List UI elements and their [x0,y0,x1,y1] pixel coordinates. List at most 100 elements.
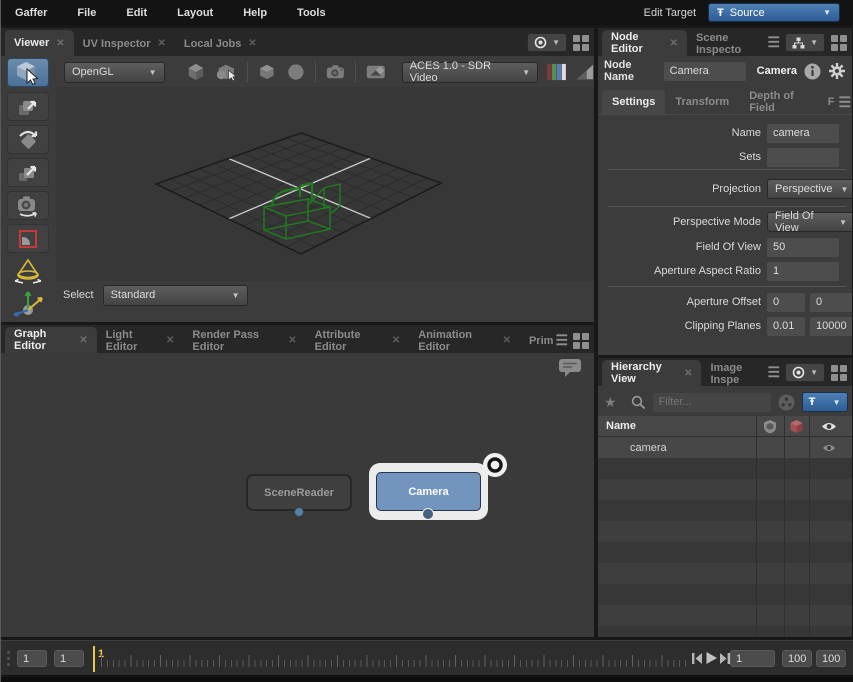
selection-mode-icon[interactable] [215,61,238,83]
column-name[interactable]: Name [598,420,756,432]
star-icon[interactable]: ★ [604,394,617,411]
display-transform-dropdown[interactable]: ACES 1.0 - SDR Video ▼ [402,62,539,83]
close-icon[interactable]: ✕ [79,335,87,346]
aperture-offset-x-input[interactable] [767,293,805,312]
node-name-input[interactable] [664,62,746,81]
close-icon[interactable]: ✕ [56,38,64,49]
menu-file[interactable]: File [77,7,96,19]
tab-hierarchy-view[interactable]: Hierarchy View ✕ [602,360,701,386]
tab-animation-editor[interactable]: Animation Editor ✕ [409,328,520,353]
tab-local-jobs[interactable]: Local Jobs ✕ [175,31,266,56]
light-tool-button[interactable] [7,256,49,285]
tab-render-pass-editor[interactable]: Render Pass Editor ✕ [183,328,305,353]
layout-grid-icon[interactable] [831,35,847,51]
timeline-increment-input[interactable] [54,650,84,667]
close-icon[interactable]: ✕ [248,38,256,49]
menu-icon[interactable]: ☰ [768,34,780,51]
edit-target-dropdown[interactable]: Ŧ Source ▼ [708,3,840,22]
solid-cube-icon[interactable] [257,61,277,83]
layout-grid-icon[interactable] [831,365,847,381]
play-button[interactable] [705,651,718,665]
close-icon[interactable]: ✕ [684,368,692,379]
aperture-offset-y-input[interactable] [810,293,852,312]
menu-tools[interactable]: Tools [297,7,326,19]
viewport-3d[interactable] [56,87,594,281]
close-icon[interactable]: ✕ [158,38,166,49]
close-icon[interactable]: ✕ [166,335,174,346]
tab-light-editor[interactable]: Light Editor ✕ [97,328,184,353]
filter-input[interactable] [653,393,771,412]
menu-icon[interactable]: ☰ [836,94,852,114]
menu-gaffer[interactable]: Gaffer [15,7,47,19]
rotate-tool-button[interactable] [7,125,49,154]
annotation-bubble-icon[interactable] [557,357,583,379]
name-input[interactable] [767,124,839,143]
gear-icon[interactable] [828,62,846,80]
info-icon[interactable] [804,63,821,80]
node-output-port[interactable] [422,508,434,520]
close-icon[interactable]: ✕ [670,38,678,49]
node-scenereader[interactable]: SceneReader [246,474,352,511]
timeline-handle[interactable] [7,651,10,667]
channels-rgb-icon[interactable] [547,62,567,82]
sets-input[interactable] [767,148,839,167]
tab-graph-editor[interactable]: Graph Editor ✕ [5,327,97,353]
menu-icon[interactable]: ☰ [555,332,567,349]
column-set-membership[interactable] [756,419,784,434]
translate-tool-button[interactable] [7,92,49,121]
edit-scope-dropdown[interactable]: Ŧ ▼ [802,392,848,412]
image-layers-icon[interactable] [365,62,387,82]
tab-depth-of-field[interactable]: Depth of Field [739,90,826,114]
layout-grid-icon[interactable] [573,35,589,51]
focus-dot-icon[interactable] [481,451,509,479]
tab-transform[interactable]: Transform [665,90,739,114]
timeline-start-input[interactable] [17,650,47,667]
close-icon[interactable]: ✕ [392,335,400,346]
clipping-far-input[interactable] [810,317,852,336]
current-frame-input[interactable] [730,650,775,667]
perspective-mode-dropdown[interactable]: Field Of View ▼ [767,212,852,232]
camera-wireframe[interactable] [264,183,340,239]
sphere-icon[interactable] [286,61,306,83]
tab-image-inspector-truncated[interactable]: Image Inspe [701,361,767,386]
tab-prim-truncated[interactable]: Prim [520,328,555,353]
row-visibility-toggle[interactable] [809,443,849,453]
tab-attribute-editor[interactable]: Attribute Editor ✕ [306,328,410,353]
projection-dropdown[interactable]: Perspective ▼ [767,179,852,199]
skip-to-start-button[interactable] [691,652,703,665]
menu-layout[interactable]: Layout [177,7,213,19]
tab-settings[interactable]: Settings [602,90,665,114]
tab-viewer[interactable]: Viewer ✕ [5,30,74,56]
select-dropdown[interactable]: Standard ▼ [103,285,248,306]
scale-tool-button[interactable] [7,158,49,187]
select-tool-button[interactable] [7,58,49,87]
hierarchy-target-button[interactable]: ▼ [785,363,825,382]
tab-node-editor[interactable]: Node Editor ✕ [602,30,687,56]
menu-edit[interactable]: Edit [126,7,147,19]
transform-gizmo-tool-button[interactable] [7,288,49,317]
layout-grid-icon[interactable] [573,333,589,349]
camera-icon[interactable] [325,62,347,82]
node-set-button[interactable]: ▼ [785,33,825,52]
node-output-port[interactable] [294,507,304,517]
clipping-near-input[interactable] [767,317,805,336]
playback-end-input[interactable] [816,650,846,667]
node-camera[interactable]: Camera [376,472,481,511]
expansion-icon[interactable] [778,394,795,411]
column-visibility[interactable] [809,421,849,432]
renderer-dropdown[interactable]: OpenGL ▼ [64,62,165,83]
close-icon[interactable]: ✕ [288,335,296,346]
tab-scene-inspector-truncated[interactable]: Scene Inspecto [687,31,768,56]
field-of-view-input[interactable] [767,238,839,257]
exposure-gamma-icon[interactable] [576,63,594,81]
viewer-target-button[interactable]: ▼ [527,33,567,52]
range-end-input[interactable] [782,650,812,667]
playhead-line[interactable] [93,646,95,672]
column-render-visibility[interactable] [784,419,809,434]
menu-icon[interactable]: ☰ [768,364,780,381]
tab-uv-inspector[interactable]: UV Inspector ✕ [74,31,175,56]
hierarchy-row-camera[interactable]: camera [598,437,852,458]
crop-window-tool-button[interactable] [7,224,49,253]
aperture-aspect-ratio-input[interactable] [767,262,839,281]
tab-render-truncated[interactable]: F [826,90,837,114]
